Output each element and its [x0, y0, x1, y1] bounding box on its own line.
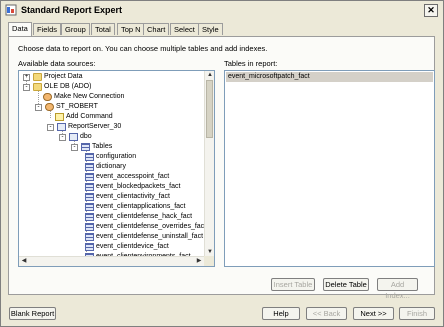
command-icon	[55, 113, 64, 121]
scroll-thumb[interactable]	[206, 80, 213, 138]
collapse-icon[interactable]: -	[59, 134, 66, 141]
tables-in-report-label: Tables in report:	[224, 59, 278, 68]
tab-data[interactable]: Data	[8, 22, 32, 36]
add-index-button[interactable]: Add Index...	[377, 278, 418, 300]
tree-vertical-scrollbar[interactable]: ▲ ▼	[204, 71, 214, 258]
close-icon: ✕	[427, 5, 435, 15]
insert-table-button[interactable]: Insert Table	[271, 278, 315, 291]
database-icon	[69, 133, 78, 141]
tree-item-ole-db[interactable]: - OLE DB (ADO)	[23, 82, 91, 92]
tree-item-label: event_clientapplications_fact	[96, 203, 186, 210]
tree-item-label: Project Data	[44, 73, 83, 80]
instructions-text: Choose data to report on. You can choose…	[18, 44, 268, 53]
tree-item-label: dbo	[80, 133, 92, 140]
folder-icon	[33, 73, 42, 81]
delete-table-button[interactable]: Delete Table	[323, 278, 369, 291]
tree-item-table[interactable]: event_clientapplications_fact	[85, 202, 186, 212]
tree-item-dbo[interactable]: - dbo	[59, 132, 92, 142]
table-icon	[85, 243, 94, 251]
tree-item-add-command[interactable]: Add Command	[55, 112, 113, 122]
report-expert-icon	[5, 4, 17, 16]
table-icon	[85, 153, 94, 161]
tree-item-table[interactable]: event_clientdefense_uninstall_fact	[85, 232, 203, 242]
tree-item-label: OLE DB (ADO)	[44, 83, 92, 90]
tree-item-label: event_clientdevice_fact	[96, 243, 169, 250]
database-icon	[57, 123, 66, 131]
tree-item-tables[interactable]: - Tables	[71, 142, 112, 152]
tree-item-label: event_clientdefense_uninstall_fact	[96, 233, 204, 240]
tree-item-table[interactable]: configuration	[85, 152, 136, 162]
tree-item-label: event_clientdefense_overrides_fact	[96, 223, 207, 230]
title-bar: Standard Report Expert ✕	[1, 1, 441, 20]
table-icon	[85, 183, 94, 191]
finish-button[interactable]: Finish	[399, 307, 435, 320]
tree-item-label: configuration	[96, 153, 137, 160]
tree-item-table[interactable]: event_clientdefense_hack_fact	[85, 212, 192, 222]
window-title: Standard Report Expert	[21, 5, 123, 15]
tree-item-reportserver[interactable]: - ReportServer_30	[47, 122, 121, 132]
back-button[interactable]: << Back	[306, 307, 347, 320]
scroll-right-icon[interactable]: ▶	[194, 257, 204, 266]
tree-item-project-data[interactable]: + Project Data	[23, 72, 83, 82]
collapse-icon[interactable]: -	[35, 104, 42, 111]
table-icon	[85, 213, 94, 221]
table-icon	[85, 223, 94, 231]
tree-item-table[interactable]: dictionary	[85, 162, 126, 172]
help-button[interactable]: Help	[262, 307, 300, 320]
collapse-icon[interactable]: -	[47, 124, 54, 131]
tab-fields[interactable]: Fields	[33, 23, 62, 35]
tree-item-make-new-connection[interactable]: Make New Connection	[43, 92, 124, 102]
tree-horizontal-scrollbar[interactable]: ◀ ▶	[19, 256, 204, 266]
tree-item-table[interactable]: event_clientdefense_overrides_fact	[85, 222, 206, 232]
tree-item-st-robert[interactable]: - ST_ROBERT	[35, 102, 98, 112]
scrollbar-corner	[204, 256, 214, 266]
tree-item-label: Add Command	[66, 113, 113, 120]
tree-item-label: Tables	[92, 143, 113, 150]
collapse-icon[interactable]: -	[23, 84, 30, 91]
report-table-item[interactable]: event_microsoftpatch_fact	[226, 72, 433, 82]
tab-style[interactable]: Style	[198, 23, 223, 35]
tree-item-table[interactable]: event_blockedpackets_fact	[85, 182, 180, 192]
available-sources-label: Available data sources:	[18, 59, 96, 68]
server-icon	[45, 103, 54, 111]
tree-item-table[interactable]: event_clientactivity_fact	[85, 192, 170, 202]
blank-report-button[interactable]: Blank Report	[9, 307, 56, 320]
collapse-icon[interactable]: -	[71, 144, 78, 151]
table-icon	[85, 203, 94, 211]
tree-item-label: event_clientdefense_hack_fact	[96, 213, 193, 220]
folder-icon	[33, 83, 42, 91]
tree-item-label: Make New Connection	[54, 93, 125, 100]
connection-icon	[43, 93, 52, 101]
tab-total[interactable]: Total	[91, 23, 115, 35]
table-icon	[85, 193, 94, 201]
tree-item-label: ReportServer_30	[68, 123, 122, 130]
tree-item-label: event_clientactivity_fact	[96, 193, 170, 200]
tree-item-label: ST_ROBERT	[56, 103, 98, 110]
table-icon	[85, 163, 94, 171]
tree-item-table[interactable]: event_accesspoint_fact	[85, 172, 169, 182]
next-button[interactable]: Next >>	[353, 307, 394, 320]
tables-icon	[81, 143, 90, 151]
tree-item-label: dictionary	[96, 163, 126, 170]
table-icon	[85, 173, 94, 181]
tree-item-label: event_accesspoint_fact	[96, 173, 170, 180]
tab-top-n[interactable]: Top N	[117, 23, 145, 35]
scroll-left-icon[interactable]: ◀	[19, 257, 29, 266]
tab-chart[interactable]: Chart	[143, 23, 170, 35]
table-icon	[85, 233, 94, 241]
tab-group[interactable]: Group	[61, 23, 90, 35]
available-sources-tree[interactable]: + Project Data - OLE DB (ADO) Make New C…	[18, 70, 215, 267]
tables-in-report-list[interactable]: event_microsoftpatch_fact	[224, 70, 435, 267]
expand-icon[interactable]: +	[23, 74, 30, 81]
tree-item-label: event_blockedpackets_fact	[96, 183, 181, 190]
tab-select[interactable]: Select	[170, 23, 199, 35]
tree-item-table[interactable]: event_clientdevice_fact	[85, 242, 169, 252]
close-button[interactable]: ✕	[424, 4, 438, 17]
